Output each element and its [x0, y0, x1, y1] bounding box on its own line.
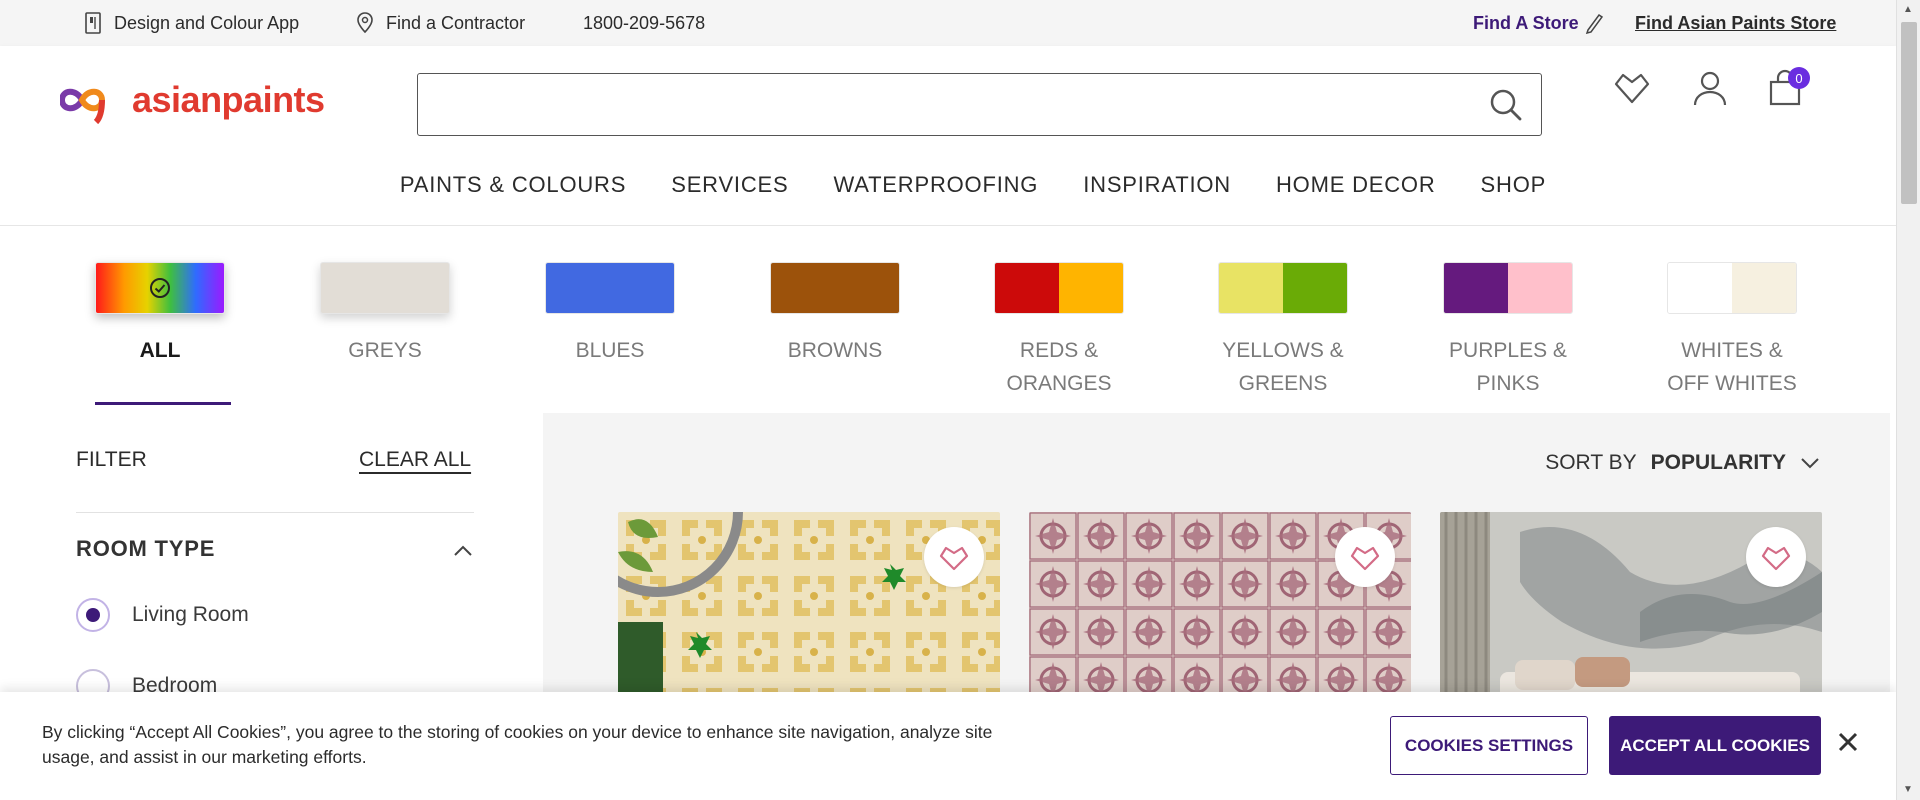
- heart-icon: [1761, 546, 1791, 571]
- room-option-living-room[interactable]: Living Room: [76, 598, 249, 632]
- family-browns-swatch: [770, 262, 900, 314]
- wishlist-heart-button[interactable]: [1746, 527, 1806, 587]
- accept-all-cookies-button[interactable]: ACCEPT ALL COOKIES: [1609, 716, 1821, 775]
- design-app-link[interactable]: Design and Colour App: [82, 0, 299, 46]
- cookies-settings-button[interactable]: COOKIES SETTINGS: [1390, 716, 1588, 775]
- utility-bar: Design and Colour App Find a Contractor …: [0, 0, 1896, 46]
- design-app-label: Design and Colour App: [114, 12, 300, 33]
- family-whites-swatch: [1667, 262, 1797, 314]
- divider: [76, 512, 474, 513]
- wishlist-icon[interactable]: [1612, 68, 1652, 108]
- account-icon[interactable]: [1690, 68, 1730, 108]
- family-label: BROWNS: [787, 339, 883, 362]
- family-browns[interactable]: BROWNS: [770, 262, 900, 367]
- site-header: asianpaints 0 PAINTS & COLOURS SERVICES …: [0, 46, 1896, 226]
- app-icon: [82, 12, 104, 34]
- family-label: PURPLES & PINKS: [1449, 339, 1567, 395]
- family-reds-oranges[interactable]: REDS & ORANGES: [994, 262, 1124, 400]
- filter-title: FILTER: [76, 448, 147, 471]
- family-greys[interactable]: GREYS: [320, 262, 450, 367]
- heart-icon: [939, 546, 969, 571]
- cart-count-badge: 0: [1788, 67, 1810, 89]
- find-a-store-link[interactable]: Find A Store: [1473, 0, 1605, 46]
- family-yellows-greens-swatch: [1218, 262, 1348, 314]
- nav-waterproofing[interactable]: WATERPROOFING: [833, 172, 1038, 202]
- family-label: WHITES & OFF WHITES: [1667, 339, 1797, 395]
- nav-home-decor[interactable]: HOME DECOR: [1276, 172, 1436, 202]
- logo-mark-icon: [60, 88, 106, 124]
- phone-number[interactable]: 1800-209-5678: [583, 0, 705, 46]
- pencil-icon: [1583, 12, 1605, 34]
- location-pin-icon: [354, 12, 376, 34]
- chevron-down-icon[interactable]: [1800, 456, 1820, 470]
- family-blues[interactable]: BLUES: [545, 262, 675, 367]
- search-icon[interactable]: [1489, 88, 1523, 122]
- family-label: GREYS: [348, 339, 422, 362]
- close-icon[interactable]: [1834, 728, 1862, 756]
- logo-text: asianpaints: [132, 79, 325, 120]
- nav-services[interactable]: SERVICES: [671, 172, 788, 202]
- sort-control[interactable]: SORT BY POPULARITY: [1545, 451, 1820, 475]
- main-nav: PAINTS & COLOURS SERVICES WATERPROOFING …: [0, 172, 1896, 202]
- family-all[interactable]: ALL: [95, 262, 225, 367]
- product-card[interactable]: [1029, 512, 1411, 712]
- active-family-underline: [95, 402, 231, 405]
- family-label: ALL: [139, 339, 181, 362]
- scroll-up-arrow-icon[interactable]: ▲: [1903, 4, 1913, 15]
- family-blues-swatch: [545, 262, 675, 314]
- family-purples-pinks-swatch: [1443, 262, 1573, 314]
- family-label: BLUES: [575, 339, 645, 362]
- search-input[interactable]: [432, 84, 1472, 124]
- product-card[interactable]: [1440, 512, 1822, 712]
- family-label: REDS & ORANGES: [1006, 339, 1112, 395]
- page: Design and Colour App Find a Contractor …: [0, 0, 1920, 800]
- vertical-scrollbar[interactable]: ▲ ▼: [1896, 0, 1920, 800]
- check-circle-icon: [150, 278, 170, 298]
- find-contractor-label: Find a Contractor: [386, 12, 526, 33]
- heart-icon: [1350, 546, 1380, 571]
- cookie-banner: By clicking “Accept All Cookies”, you ag…: [0, 692, 1896, 800]
- sort-value[interactable]: POPULARITY: [1651, 451, 1786, 475]
- wishlist-heart-button[interactable]: [924, 527, 984, 587]
- scrollbar-thumb[interactable]: [1901, 22, 1917, 204]
- nav-inspiration[interactable]: INSPIRATION: [1083, 172, 1231, 202]
- logo[interactable]: asianpaints: [60, 76, 325, 124]
- find-contractor-link[interactable]: Find a Contractor: [354, 0, 525, 46]
- family-purples-pinks[interactable]: PURPLES & PINKS: [1443, 262, 1573, 400]
- find-asian-paints-store-link[interactable]: Find Asian Paints Store: [1635, 0, 1836, 46]
- colour-family-selector: ALL GREYS BLUES BROWNS REDS & ORANGES YE…: [0, 226, 1896, 412]
- search-box[interactable]: [417, 73, 1542, 136]
- clear-all-button[interactable]: CLEAR ALL: [359, 448, 471, 472]
- cookie-message: By clicking “Accept All Cookies”, you ag…: [42, 722, 993, 767]
- product-card[interactable]: [618, 512, 1000, 712]
- find-asian-paints-store-label: Find Asian Paints Store: [1635, 12, 1837, 33]
- family-label: YELLOWS & GREENS: [1222, 339, 1344, 395]
- family-reds-oranges-swatch: [994, 262, 1124, 314]
- scroll-down-arrow-icon[interactable]: ▼: [1903, 784, 1913, 795]
- room-type-heading[interactable]: ROOM TYPE: [76, 536, 215, 562]
- family-all-swatch: [95, 262, 225, 314]
- sort-label: SORT BY: [1545, 451, 1637, 474]
- family-yellows-greens[interactable]: YELLOWS & GREENS: [1218, 262, 1348, 400]
- family-greys-swatch: [320, 262, 450, 314]
- nav-paints-colours[interactable]: PAINTS & COLOURS: [400, 172, 626, 202]
- room-option-label: Living Room: [132, 603, 249, 626]
- chevron-up-icon[interactable]: [452, 540, 474, 562]
- nav-shop[interactable]: SHOP: [1481, 172, 1547, 202]
- find-a-store-label: Find A Store: [1473, 12, 1579, 33]
- wishlist-heart-button[interactable]: [1335, 527, 1395, 587]
- family-whites-off-whites[interactable]: WHITES & OFF WHITES: [1667, 262, 1797, 400]
- phone-label: 1800-209-5678: [583, 12, 706, 33]
- radio-button[interactable]: [76, 598, 110, 632]
